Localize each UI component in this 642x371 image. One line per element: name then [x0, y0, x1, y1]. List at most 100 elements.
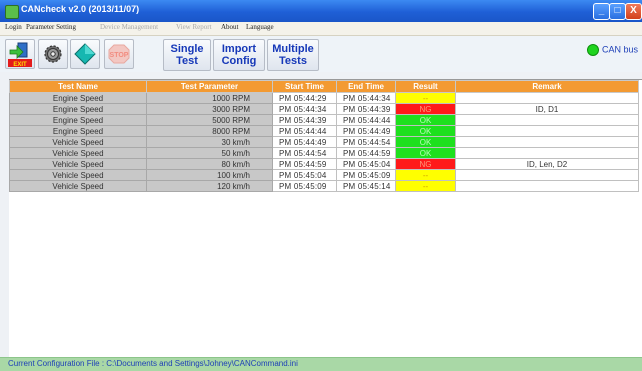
table-row[interactable]: Vehicle Speed 50 km/h PM 05:44:54 PM 05:44:… [9, 147, 639, 159]
results-table: Test Name Test Parameter Start Time End … [9, 80, 639, 192]
test-name-cell[interactable]: Vehicle Speed [9, 136, 147, 148]
end-time-cell[interactable]: PM 05:44:39 [336, 103, 396, 115]
start-time-cell[interactable]: PM 05:44:44 [272, 125, 337, 137]
test-name-cell[interactable]: Vehicle Speed [9, 147, 147, 159]
end-time-cell[interactable]: PM 05:44:49 [336, 125, 396, 137]
exit-label: EXIT [13, 62, 27, 68]
test-name-cell[interactable]: Vehicle Speed [9, 158, 147, 170]
result-cell[interactable]: OK [395, 147, 456, 159]
remark-cell[interactable] [455, 147, 639, 159]
menu-view-report[interactable]: View Report [176, 23, 212, 31]
test-name-cell[interactable]: Engine Speed [9, 103, 147, 115]
close-button[interactable]: X [625, 3, 642, 20]
test-name-cell[interactable]: Engine Speed [9, 92, 147, 104]
menu-language[interactable]: Language [246, 23, 274, 31]
result-cell[interactable]: NG [395, 158, 456, 170]
result-cell[interactable]: -- [395, 92, 456, 104]
minimize-button[interactable]: _ [593, 3, 610, 20]
test-name-cell[interactable]: Vehicle Speed [9, 180, 147, 192]
menu-login[interactable]: Login [5, 23, 22, 31]
end-time-cell[interactable]: PM 05:45:04 [336, 158, 396, 170]
column-header-test-parameter[interactable]: Test Parameter [146, 80, 273, 93]
result-cell[interactable]: OK [395, 125, 456, 137]
config-file-path: Current Configuration File : C:\Document… [8, 359, 298, 368]
start-time-cell[interactable]: PM 05:44:34 [272, 103, 337, 115]
end-time-cell[interactable]: PM 05:44:54 [336, 136, 396, 148]
start-time-cell[interactable]: PM 05:44:39 [272, 114, 337, 126]
remark-cell[interactable] [455, 92, 639, 104]
test-parameter-cell[interactable]: 8000 RPM [146, 125, 273, 137]
end-time-cell[interactable]: PM 05:44:44 [336, 114, 396, 126]
table-row[interactable]: Engine Speed 8000 RPM PM 05:44:44 PM 05:44:… [9, 125, 639, 137]
column-header-result[interactable]: Result [395, 80, 456, 93]
column-header-test-name[interactable]: Test Name [9, 80, 147, 93]
start-time-cell[interactable]: PM 05:45:09 [272, 180, 337, 192]
test-parameter-cell[interactable]: 80 km/h [146, 158, 273, 170]
device-button[interactable] [70, 39, 100, 69]
results-grid[interactable]: Test Name Test Parameter Start Time End … [9, 79, 642, 357]
app-window: CANcheck v2.0 (2013/11/07) _ □ X Login P… [0, 0, 642, 371]
result-cell[interactable]: NG [395, 103, 456, 115]
result-cell[interactable]: -- [395, 169, 456, 181]
end-time-cell[interactable]: PM 05:44:59 [336, 147, 396, 159]
test-parameter-cell[interactable]: 100 km/h [146, 169, 273, 181]
single-test-button[interactable]: Single Test [163, 39, 211, 71]
table-row[interactable]: Vehicle Speed 120 km/h PM 05:45:09 PM 05:45… [9, 180, 639, 192]
start-time-cell[interactable]: PM 05:44:49 [272, 136, 337, 148]
gear-icon [44, 45, 62, 63]
can-status-indicator-icon [586, 44, 599, 56]
remark-cell[interactable] [455, 169, 639, 181]
remark-cell[interactable] [455, 125, 639, 137]
test-name-cell[interactable]: Engine Speed [9, 114, 147, 126]
test-parameter-cell[interactable]: 1000 RPM [146, 92, 273, 104]
start-time-cell[interactable]: PM 05:44:29 [272, 92, 337, 104]
start-time-cell[interactable]: PM 05:44:54 [272, 147, 337, 159]
test-parameter-cell[interactable]: 3000 RPM [146, 103, 273, 115]
window-title: CANcheck v2.0 (2013/11/07) [21, 4, 140, 14]
test-parameter-cell[interactable]: 120 km/h [146, 180, 273, 192]
test-parameter-cell[interactable]: 5000 RPM [146, 114, 273, 126]
start-time-cell[interactable]: PM 05:45:04 [272, 169, 337, 181]
remark-cell[interactable] [455, 180, 639, 192]
exit-button[interactable]: EXIT [5, 39, 35, 69]
table-row[interactable]: Engine Speed 1000 RPM PM 05:44:29 PM 05:44:… [9, 92, 639, 104]
import-config-button[interactable]: Import Config [213, 39, 265, 71]
title-bar[interactable]: CANcheck v2.0 (2013/11/07) _ □ X [0, 0, 642, 22]
remark-cell[interactable]: ID, D1 [455, 103, 639, 115]
start-time-cell[interactable]: PM 05:44:59 [272, 158, 337, 170]
exit-icon: EXIT [8, 42, 32, 68]
can-bus-label: CAN bus [601, 44, 638, 55]
test-parameter-cell[interactable]: 30 km/h [146, 136, 273, 148]
status-bar: Current Configuration File : C:\Document… [0, 357, 642, 371]
table-row[interactable]: Engine Speed 5000 RPM PM 05:44:39 PM 05:44:… [9, 114, 639, 126]
test-name-cell[interactable]: Vehicle Speed [9, 169, 147, 181]
table-row[interactable]: Vehicle Speed 80 km/h PM 05:44:59 PM 05:45:… [9, 158, 639, 170]
settings-button[interactable] [38, 39, 68, 69]
menu-about[interactable]: About [221, 23, 239, 31]
test-name-cell[interactable]: Engine Speed [9, 125, 147, 137]
stop-button[interactable]: STOP [104, 39, 134, 69]
table-row[interactable]: Vehicle Speed 30 km/h PM 05:44:49 PM 05:44:… [9, 136, 639, 148]
can-bus-status: CAN bus [586, 44, 638, 56]
multiple-tests-button[interactable]: Multiple Tests [267, 39, 319, 71]
table-row[interactable]: Vehicle Speed 100 km/h PM 05:45:04 PM 05:45… [9, 169, 639, 181]
menu-parameter-setting[interactable]: Parameter Setting [26, 23, 76, 31]
remark-cell[interactable]: ID, Len, D2 [455, 158, 639, 170]
diamond-icon [74, 43, 96, 65]
remark-cell[interactable] [455, 114, 639, 126]
column-header-end-time[interactable]: End Time [336, 80, 396, 93]
end-time-cell[interactable]: PM 05:45:09 [336, 169, 396, 181]
test-parameter-cell[interactable]: 50 km/h [146, 147, 273, 159]
column-header-start-time[interactable]: Start Time [272, 80, 337, 93]
maximize-button[interactable]: □ [609, 3, 626, 20]
menu-device-management[interactable]: Device Management [100, 23, 158, 31]
result-cell[interactable]: OK [395, 114, 456, 126]
end-time-cell[interactable]: PM 05:45:14 [336, 180, 396, 192]
table-row[interactable]: Engine Speed 3000 RPM PM 05:44:34 PM 05:44:… [9, 103, 639, 115]
end-time-cell[interactable]: PM 05:44:34 [336, 92, 396, 104]
remark-cell[interactable] [455, 136, 639, 148]
result-cell[interactable]: OK [395, 136, 456, 148]
column-header-remark[interactable]: Remark [455, 80, 639, 93]
app-icon [5, 5, 19, 19]
result-cell[interactable]: -- [395, 180, 456, 192]
